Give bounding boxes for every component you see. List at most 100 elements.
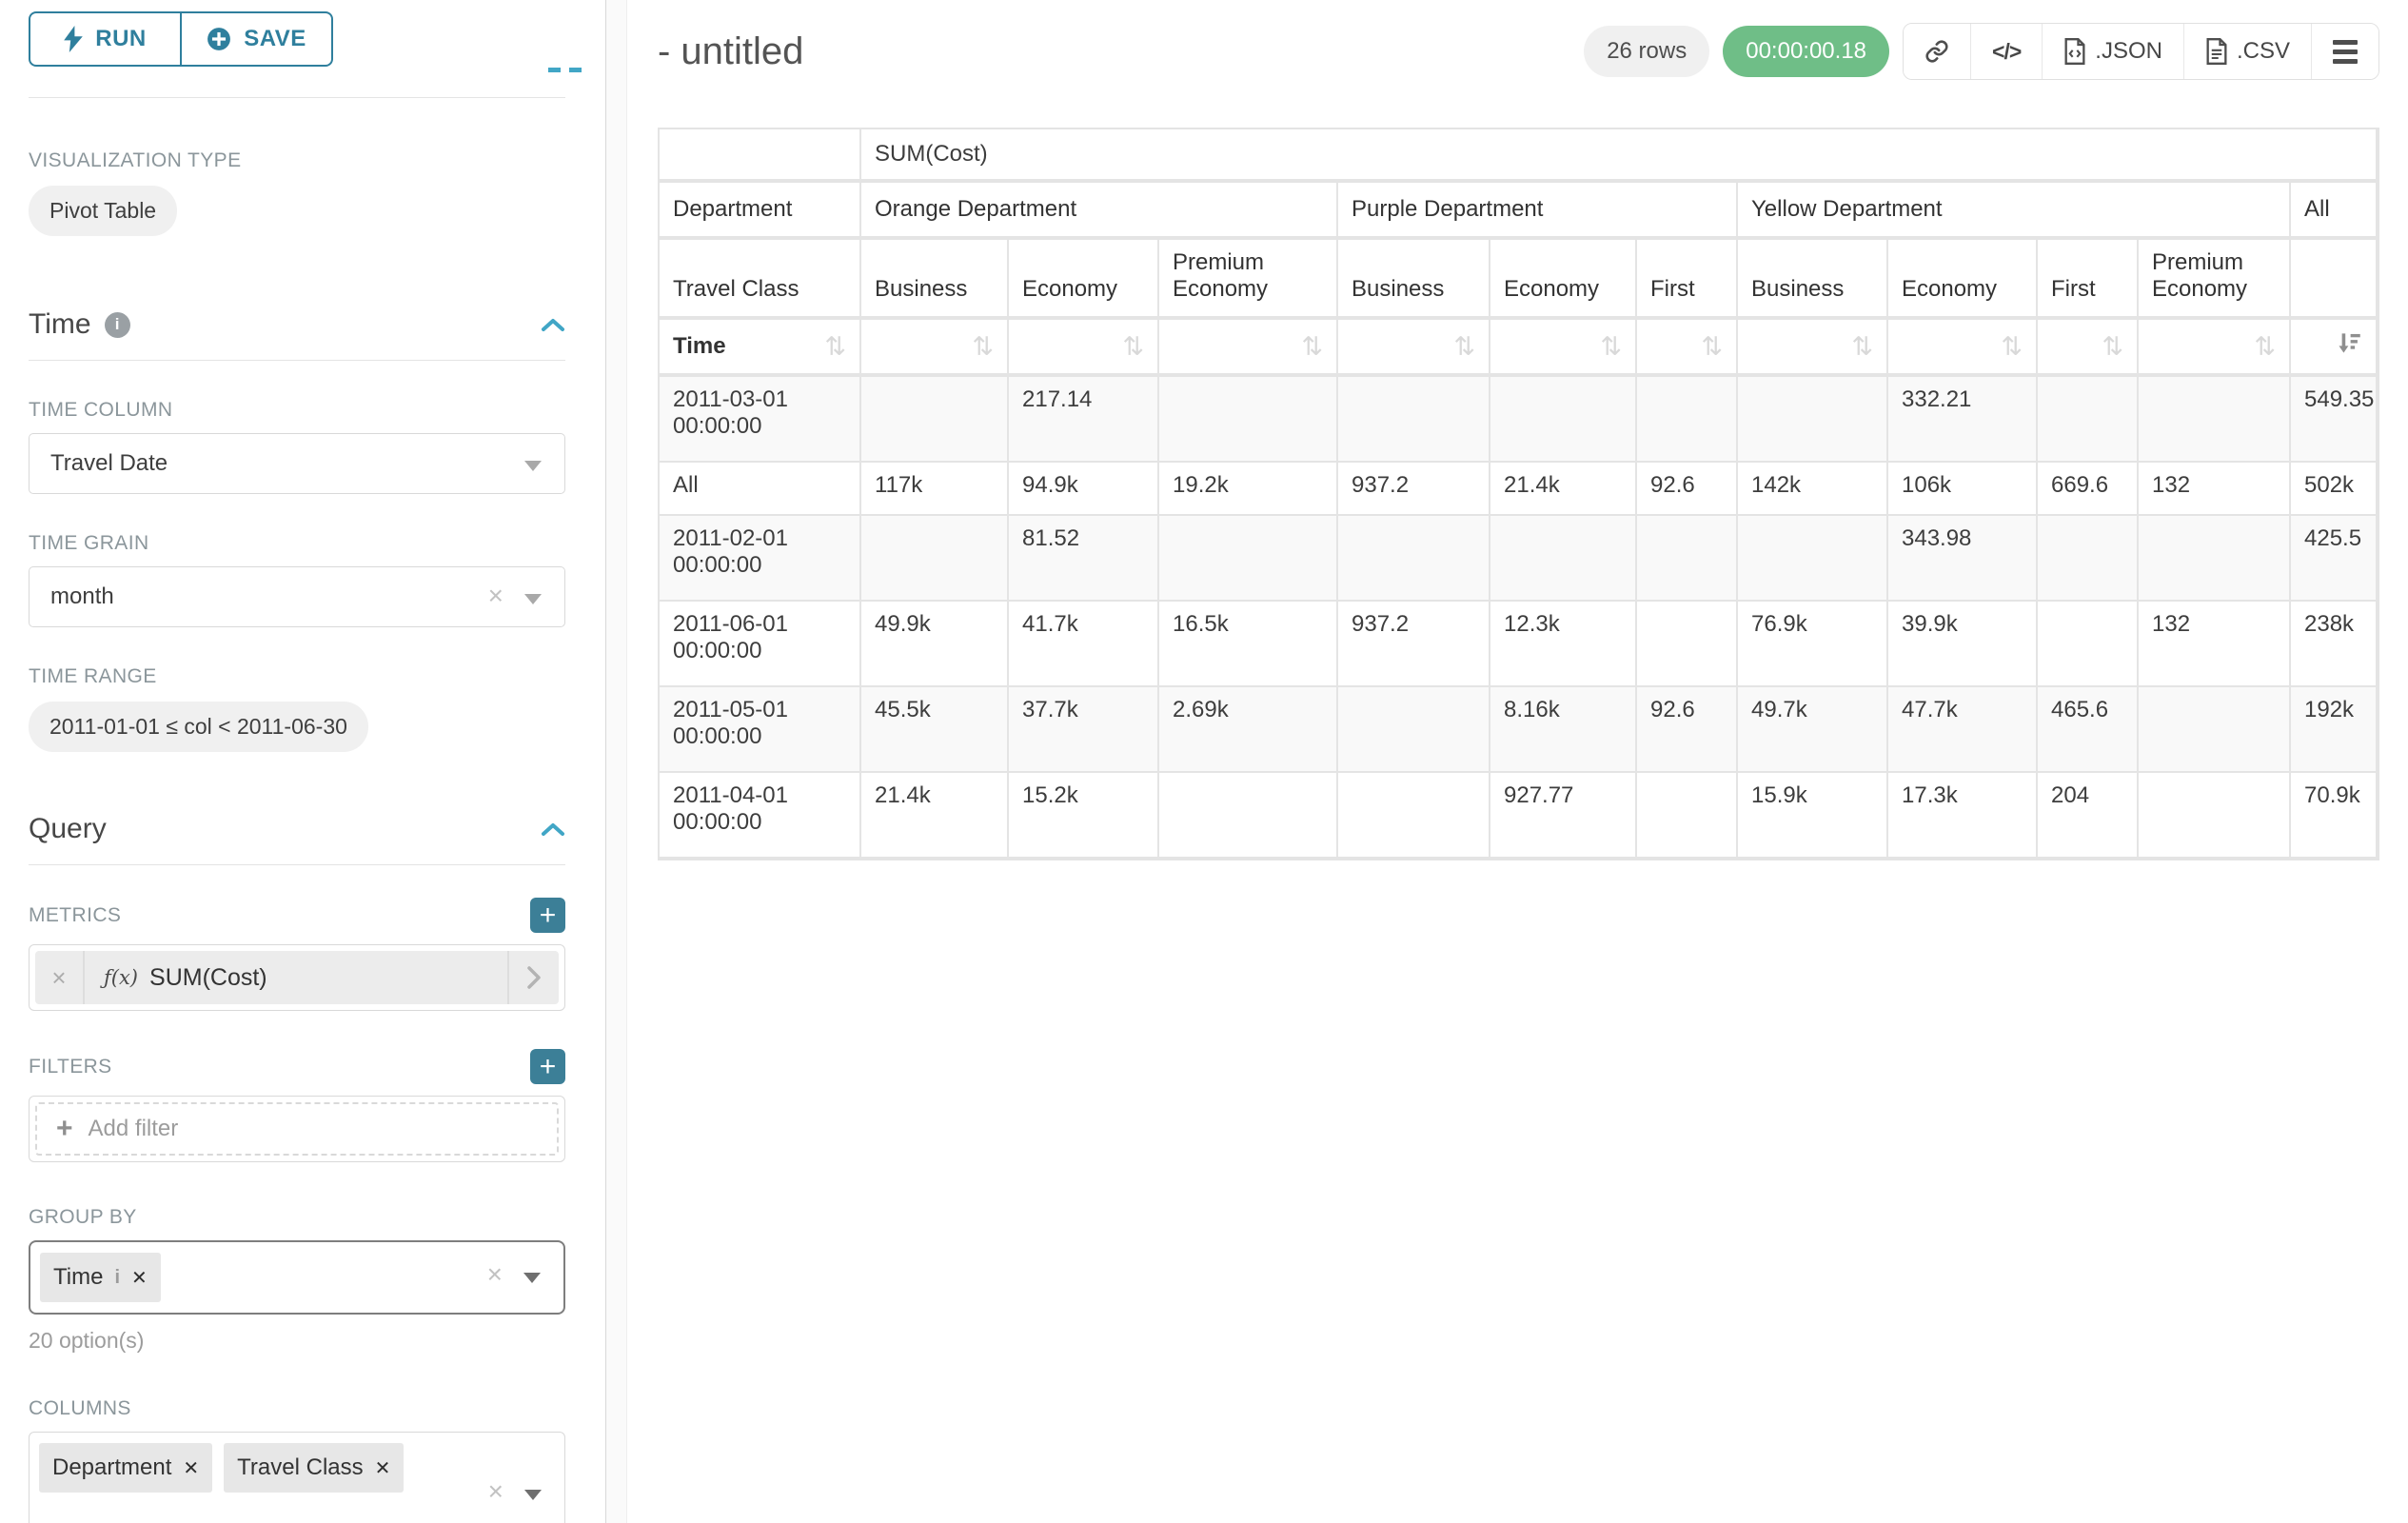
visualization-type-label: VISUALIZATION TYPE xyxy=(29,149,565,172)
query-section-header: Query xyxy=(29,813,565,845)
menu-button[interactable] xyxy=(2311,24,2378,79)
tag-remove-icon[interactable]: ✕ xyxy=(183,1456,199,1480)
metric-item[interactable]: × ƒ(x) SUM(Cost) xyxy=(35,951,559,1004)
pivot-sort-cell[interactable]: ⇅ xyxy=(1159,320,1338,377)
run-save-button-group: RUN SAVE xyxy=(29,11,333,67)
pivot-cell: 927.77 xyxy=(1490,773,1637,859)
pivot-cell xyxy=(1637,377,1738,463)
plus-icon: + xyxy=(56,1113,73,1145)
time-column-value: Travel Date xyxy=(50,450,168,477)
pivot-cell: 37.7k xyxy=(1009,687,1159,773)
metric-main: ƒ(x) SUM(Cost) xyxy=(85,964,507,992)
pivot-row-label: All xyxy=(660,463,861,516)
sidebar-scrollbar[interactable] xyxy=(606,0,627,1523)
export-csv-button[interactable]: .CSV xyxy=(2183,24,2311,79)
pivot-sort-cell[interactable]: ⇅ xyxy=(1009,320,1159,377)
metric-name: SUM(Cost) xyxy=(149,964,267,992)
tag-label: Time xyxy=(53,1264,103,1291)
pivot-data-row: 2011-05-01 00:00:0045.5k37.7k2.69k8.16k9… xyxy=(660,687,2378,773)
sort-icon: ⇅ xyxy=(1851,332,1873,362)
pivot-cell: 502k xyxy=(2291,463,2378,516)
pivot-col-header: Premium Economy xyxy=(2139,240,2291,320)
pivot-cell: 132 xyxy=(2139,602,2291,687)
export-json-button[interactable]: .JSON xyxy=(2042,24,2183,79)
pivot-cell: 47.7k xyxy=(1888,687,2038,773)
pivot-sort-cell[interactable]: ⇅ xyxy=(1888,320,2038,377)
sort-cell-content: ⇅ xyxy=(1352,332,1475,362)
clear-icon[interactable]: × xyxy=(488,581,503,611)
pivot-cell xyxy=(1738,516,1888,602)
pivot-col-header: Economy xyxy=(1888,240,2038,320)
pivot-col-header: First xyxy=(2038,240,2139,320)
pivot-cell: 132 xyxy=(2139,463,2291,516)
pivot-col-header: Business xyxy=(1338,240,1490,320)
columns-tags: Department✕Travel Class✕ xyxy=(39,1443,469,1493)
pivot-group-header: Yellow Department xyxy=(1738,183,2291,240)
tag-time: Timei✕ xyxy=(40,1253,161,1302)
pivot-time-sort-cell[interactable]: Time⇅ xyxy=(660,320,861,377)
view-query-button[interactable]: </> xyxy=(1970,24,2042,79)
pivot-data-row: 2011-04-01 00:00:0021.4k15.2k927.7715.9k… xyxy=(660,773,2378,859)
pivot-cell: 92.6 xyxy=(1637,687,1738,773)
pivot-sort-cell[interactable]: ⇅ xyxy=(861,320,1009,377)
add-filter-plus-button[interactable]: + xyxy=(530,1049,565,1084)
tag-remove-icon[interactable]: ✕ xyxy=(131,1266,148,1290)
collapse-chevron-up-icon[interactable] xyxy=(541,317,565,332)
pivot-cell: 2.69k xyxy=(1159,687,1338,773)
pivot-row-label: 2011-05-01 00:00:00 xyxy=(660,687,861,773)
pivot-cell xyxy=(1637,773,1738,859)
pivot-sort-cell[interactable]: ⇅ xyxy=(1338,320,1490,377)
pivot-sort-cell[interactable]: ⇅ xyxy=(2139,320,2291,377)
pivot-cell: 669.6 xyxy=(2038,463,2139,516)
pivot-sort-cell[interactable]: ⇅ xyxy=(1637,320,1738,377)
link-icon xyxy=(1924,39,1949,64)
pivot-cell: 15.2k xyxy=(1009,773,1159,859)
pivot-data-row: 2011-06-01 00:00:0049.9k41.7k16.5k937.21… xyxy=(660,602,2378,687)
pivot-cell xyxy=(1490,516,1637,602)
pivot-cell: 238k xyxy=(2291,602,2378,687)
time-grain-select[interactable]: month × xyxy=(29,566,565,627)
time-section-title: Time i xyxy=(29,308,130,341)
chevron-down-icon xyxy=(524,1490,542,1500)
add-metric-button[interactable]: + xyxy=(530,898,565,933)
filters-container: + Add filter xyxy=(29,1096,565,1162)
pivot-corner-cell xyxy=(660,129,861,183)
pivot-sort-cell[interactable]: ⇅ xyxy=(1490,320,1637,377)
pivot-data-row: 2011-03-01 00:00:00217.14332.21549.35 xyxy=(660,377,2378,463)
clear-icon[interactable]: × xyxy=(488,1476,503,1507)
pivot-cell: 92.6 xyxy=(1637,463,1738,516)
pivot-sort-cell[interactable]: ⇅ xyxy=(1738,320,1888,377)
pivot-cell xyxy=(861,516,1009,602)
pivot-cell xyxy=(2139,377,2291,463)
pivot-table-container: SUM(Cost)DepartmentOrange DepartmentPurp… xyxy=(658,128,2379,860)
pivot-department-row: DepartmentOrange DepartmentPurple Depart… xyxy=(660,183,2378,240)
time-range-pill[interactable]: 2011-01-01 ≤ col < 2011-06-30 xyxy=(29,702,368,752)
pivot-cell: 106k xyxy=(1888,463,2038,516)
sort-cell-content: ⇅ xyxy=(1504,332,1622,362)
tag-department: Department✕ xyxy=(39,1443,212,1493)
query-timer-badge: 00:00:00.18 xyxy=(1723,26,1889,77)
share-link-button[interactable] xyxy=(1904,24,1970,79)
run-button[interactable]: RUN xyxy=(29,11,181,67)
clear-icon[interactable]: × xyxy=(487,1259,503,1290)
visualization-type-pill[interactable]: Pivot Table xyxy=(29,186,177,236)
file-code-icon xyxy=(2063,38,2086,65)
save-button[interactable]: SAVE xyxy=(181,11,333,67)
pivot-cell: 192k xyxy=(2291,687,2378,773)
group-by-select[interactable]: Timei✕ × xyxy=(29,1240,565,1315)
sort-cell-content: ⇅ xyxy=(1751,332,1873,362)
pivot-sort-cell[interactable] xyxy=(2291,320,2378,377)
pivot-sort-cell[interactable]: ⇅ xyxy=(2038,320,2139,377)
add-filter-button[interactable]: + Add filter xyxy=(35,1102,559,1156)
time-column-select[interactable]: Travel Date xyxy=(29,433,565,494)
pivot-time-label: Time xyxy=(673,333,726,360)
collapse-chevron-up-icon[interactable] xyxy=(541,821,565,837)
pivot-cell: 39.9k xyxy=(1888,602,2038,687)
sort-icon: ⇅ xyxy=(2254,332,2276,362)
metric-expand-icon[interactable] xyxy=(507,951,559,1004)
sort-icon: ⇅ xyxy=(972,332,994,362)
tag-remove-icon[interactable]: ✕ xyxy=(375,1456,391,1480)
pivot-col-header: Business xyxy=(1738,240,1888,320)
metric-remove-icon[interactable]: × xyxy=(35,951,85,1004)
columns-select[interactable]: Department✕Travel Class✕ × xyxy=(29,1432,565,1523)
